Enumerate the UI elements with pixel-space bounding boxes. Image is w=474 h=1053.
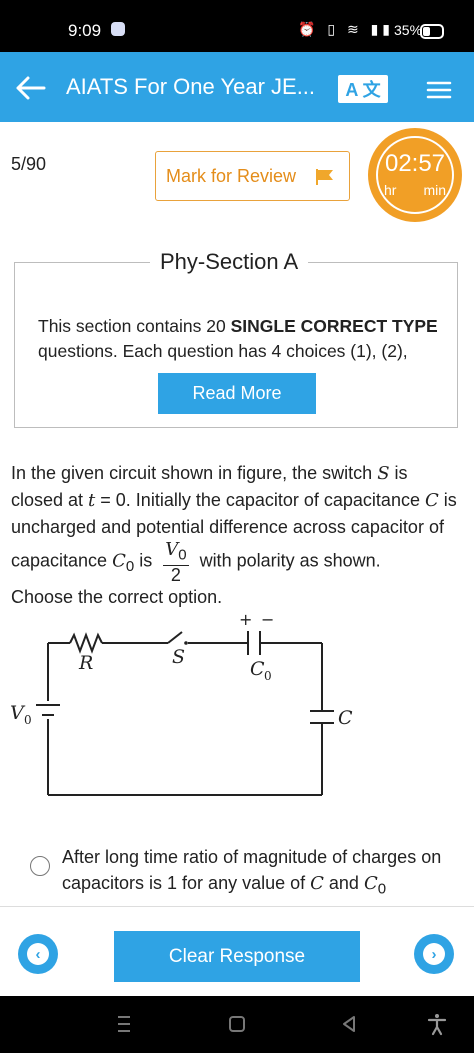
battery-icon [420, 24, 444, 39]
back-nav-icon[interactable] [337, 1012, 361, 1036]
label-C: C [338, 707, 353, 729]
menu-button[interactable] [424, 75, 454, 105]
label-minus: − [261, 610, 274, 629]
question-counter: 5/90 [11, 154, 47, 174]
notification-icon [111, 22, 125, 36]
switch-contact [184, 641, 188, 645]
home-icon[interactable] [225, 1012, 249, 1036]
mark-for-review-button[interactable]: Mark for Review [155, 151, 350, 201]
back-arrow-icon [16, 76, 46, 100]
back-button[interactable] [10, 68, 50, 108]
option-text: After long time ratio of magnitude of ch… [62, 847, 442, 898]
fraction: V0 2 [163, 539, 189, 585]
option-radio[interactable] [30, 856, 50, 876]
chevron-left-icon: ‹ [27, 943, 49, 965]
chevron-right-icon: › [423, 943, 445, 965]
page-title: AIATS For One Year JE... [66, 74, 316, 99]
option-1[interactable]: After long time ratio of magnitude of ch… [28, 844, 468, 904]
accessibility-icon[interactable] [425, 1012, 449, 1036]
timer-time: 02:57 [384, 150, 446, 177]
flag-icon [316, 169, 333, 185]
section-description: This section contains 20 SINGLE CORRECT … [38, 316, 438, 361]
timer-unit-min: min [423, 182, 446, 198]
system-nav-bar [0, 996, 474, 1053]
app-bar: AIATS For One Year JE... A 文 [0, 52, 474, 122]
mark-for-review-label: Mark for Review [166, 165, 297, 186]
previous-question-button[interactable]: ‹ [18, 934, 58, 974]
clear-response-button[interactable]: Clear Response [114, 931, 360, 982]
label-S: S [172, 646, 185, 668]
next-question-button[interactable]: › [414, 934, 454, 974]
label-V0-sub: 0 [24, 713, 32, 727]
timer-units: hr min [384, 182, 446, 198]
divider [0, 906, 474, 907]
status-time: 9:09 [68, 21, 102, 40]
countdown-timer: 02:57 hr min [368, 128, 462, 222]
status-bar: 9:09 ⏰ ▯ ≋ ▮▮ 35% [0, 0, 474, 52]
circuit-diagram: R S C 0 C V 0 + − [10, 610, 353, 796]
timer-unit-hr: hr [384, 182, 397, 198]
status-icons: ⏰ ▯ ≋ ▮▮ [298, 21, 394, 37]
section-title: Phy-Section A [150, 249, 309, 275]
label-C0-sub: 0 [264, 669, 272, 683]
timer-ring: 02:57 hr min [376, 136, 454, 214]
recent-apps-icon[interactable] [112, 1012, 136, 1036]
battery-percent: 35% [394, 22, 423, 38]
question-text: In the given circuit shown in figure, th… [11, 463, 457, 607]
menu-icon [426, 81, 452, 99]
label-R: R [78, 652, 93, 674]
translate-button[interactable]: A 文 [338, 75, 388, 103]
label-C0: C [250, 658, 265, 680]
read-more-button[interactable]: Read More [158, 373, 316, 414]
label-plus: + [239, 610, 252, 629]
